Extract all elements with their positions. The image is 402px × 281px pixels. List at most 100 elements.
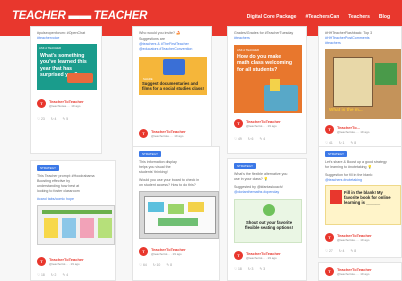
image-headline: Fill in the blank! My favorite book for … <box>344 190 391 206</box>
post-card[interactable]: T TeacherToTeacher @teachertote... · 19 a… <box>318 262 402 281</box>
post-card[interactable]: STRATEGY Let's share & Boost up a good s… <box>318 146 402 258</box>
post-image[interactable] <box>139 191 219 239</box>
post-stats: ♡ 18 ↻ 2 ✎ 4 <box>37 273 68 277</box>
brand-logo[interactable]: TEACHER ▬▬ TEACHER <box>12 10 147 22</box>
post-stats: ♡ 41 ↻ 1 ✎ 8 <box>325 141 356 145</box>
avatar: T <box>234 119 243 128</box>
post-author[interactable]: T TeacherToTeacher @teachertote... · 19 a… <box>139 129 186 138</box>
post-card[interactable]: #pulseopenforum: #OpenChat #teachervoice… <box>30 26 102 154</box>
post-image[interactable]: ASK A TEACHER What's something you've le… <box>37 44 97 90</box>
post-card[interactable]: Who would you invite? 🍰 Suggestions are … <box>132 26 212 154</box>
post-author[interactable]: T TeacherToTeacher @teachertote... · 19 a… <box>325 267 372 276</box>
image-headline: Shout out your favorite flexible seating… <box>245 220 293 231</box>
share-count[interactable]: ↻ 2 <box>51 273 57 277</box>
avatar: T <box>325 125 334 134</box>
comment-count[interactable]: ✎ 8 <box>350 141 356 145</box>
like-count[interactable]: ♡ 64 <box>139 263 147 267</box>
avatar: T <box>325 267 334 276</box>
like-count[interactable]: ♡ 18 <box>234 267 242 271</box>
post-author[interactable]: T TeacherToTeacher @teachertot... · 19 ag… <box>234 119 281 128</box>
nav-item-teacherscan[interactable]: #TeachersCan <box>305 14 339 20</box>
post-link[interactable]: #carol tabs/comic hope <box>37 197 74 202</box>
post-image[interactable] <box>37 205 115 245</box>
post-card[interactable]: Grades/Grades for #TeacherTuesday #teach… <box>227 26 307 154</box>
category-badge[interactable]: STRATEGY <box>37 165 59 171</box>
like-count[interactable]: ♡ 23 <box>37 117 45 121</box>
comment-count[interactable]: ✎ 3 <box>259 267 265 271</box>
post-hashtag[interactable]: #teachervoice <box>37 36 59 41</box>
category-badge[interactable]: STRATEGY <box>325 151 347 157</box>
author-handle: @teachertot... · 19 ago <box>246 256 277 260</box>
nav-item-teachers[interactable]: Teachers <box>348 14 370 20</box>
nav-item-digital-core[interactable]: Digital Core Package <box>247 14 297 20</box>
post-hashtag[interactable]: #teachers <box>234 36 250 41</box>
post-hashtag[interactable]: @teachers #notetaking <box>325 178 362 183</box>
post-author[interactable]: T TeacherTo... @teachertote... · 19 ago <box>325 125 369 134</box>
post-image[interactable]: Shout out your favorite flexible seating… <box>234 199 302 243</box>
comment-count[interactable]: ✎ 4 <box>259 137 265 141</box>
post-author[interactable]: T TeacherToTeacher @teachertot... · 19 ag… <box>234 251 281 260</box>
comment-count[interactable]: ✎ 4 <box>62 273 68 277</box>
post-card[interactable]: #HHTeacherFlashback: Top 3 #HHTeacherPos… <box>318 26 402 150</box>
post-author[interactable]: T TeacherToTeacher @teachertot... · 19 ag… <box>37 257 84 266</box>
post-card[interactable]: STRATEGY This information display helps … <box>132 146 220 281</box>
image-caption: ASK A TEACHER <box>39 46 62 50</box>
like-count[interactable]: ♡ 49 <box>234 137 242 141</box>
share-count[interactable]: ↻ 4 <box>339 249 345 253</box>
post-text: use in your class? 💡 <box>234 177 269 181</box>
share-count[interactable]: ↻ 4 <box>51 117 57 121</box>
idea-icon <box>263 204 275 216</box>
comment-count[interactable]: ✎ 5 <box>62 117 68 121</box>
post-card[interactable]: STRATEGY What's the flexible alternative… <box>227 158 307 281</box>
category-badge[interactable]: STRATEGY <box>139 151 161 157</box>
avatar: T <box>139 129 148 138</box>
post-image[interactable]: Fill in the blank! My favorite book for … <box>325 185 401 225</box>
post-stats: ♡ 49 ↻ 6 ✎ 4 <box>234 137 265 141</box>
category-badge[interactable]: STRATEGY <box>234 163 256 169</box>
like-count[interactable]: ♡ 41 <box>325 141 333 145</box>
sticky-note <box>188 202 204 212</box>
math-illustration <box>270 79 280 91</box>
comment-count[interactable]: ✎ 8 <box>350 249 356 253</box>
post-author[interactable]: T TeacherToTeacher @teachertote... · 19 a… <box>325 233 372 242</box>
nav-item-blog[interactable]: Blog <box>379 14 390 20</box>
chalkboard-illustration <box>375 63 397 85</box>
post-author[interactable]: T TeacherToTeacher @teachtotea... · 19 ag… <box>37 99 84 108</box>
share-count[interactable]: ↻ 6 <box>248 137 254 141</box>
author-handle: @teachertote... · 19 ago <box>337 130 370 134</box>
post-text: Who would you invite? 🍰 <box>139 31 181 35</box>
post-image[interactable]: SHARE Suggest documentaries and films fo… <box>139 57 207 95</box>
image-headline: How do you make math class welcoming for… <box>237 54 293 73</box>
comment-count[interactable]: ✎ 8 <box>166 263 172 267</box>
like-count[interactable]: ♡ 27 <box>325 249 333 253</box>
sticky-note <box>148 202 164 212</box>
post-image[interactable]: What is the m... <box>325 49 401 119</box>
share-count[interactable]: ↻ 3 <box>248 267 254 271</box>
avatar: T <box>325 233 334 242</box>
post-hashtag[interactable]: @educators #TeacherConvention <box>139 47 192 52</box>
sticky-note <box>62 218 76 238</box>
author-handle: @teachertot... · 19 ago <box>151 252 182 256</box>
sticky-note <box>98 218 112 238</box>
post-author[interactable]: T TeacherToTeacher @teachertot... · 19 ag… <box>139 247 186 256</box>
post-hashtag[interactable]: #teachers <box>325 41 341 46</box>
author-handle: @teachertote... · 19 ago <box>337 272 370 276</box>
post-text: on student access? How to do this? <box>139 183 196 187</box>
post-stats: ♡ 18 ↻ 3 ✎ 3 <box>234 267 265 271</box>
author-handle: @teachertot... · 19 ago <box>246 124 277 128</box>
highlight-badge <box>67 73 93 83</box>
post-stats: ♡ 23 ↻ 4 ✎ 5 <box>37 117 68 121</box>
avatar: T <box>234 251 243 260</box>
chalkboard-illustration <box>333 57 373 107</box>
post-card[interactable]: STRATEGY This Teacher prompt: #Hoodrabam… <box>30 160 116 281</box>
avatar: T <box>37 99 46 108</box>
top-nav: Digital Core Package #TeachersCan Teache… <box>247 14 390 20</box>
author-handle: @teachertote... · 19 ago <box>337 238 370 242</box>
post-text: students' thinking! <box>139 170 168 174</box>
post-image[interactable]: ASK A TEACHER How do you make math class… <box>234 45 302 113</box>
share-count[interactable]: ↻ 1 <box>339 141 345 145</box>
book-illustration <box>330 190 342 204</box>
post-hashtag[interactable]: @dorianthemaths #openday <box>234 190 279 195</box>
like-count[interactable]: ♡ 18 <box>37 273 45 277</box>
share-count[interactable]: ↻ 10 <box>153 263 161 267</box>
